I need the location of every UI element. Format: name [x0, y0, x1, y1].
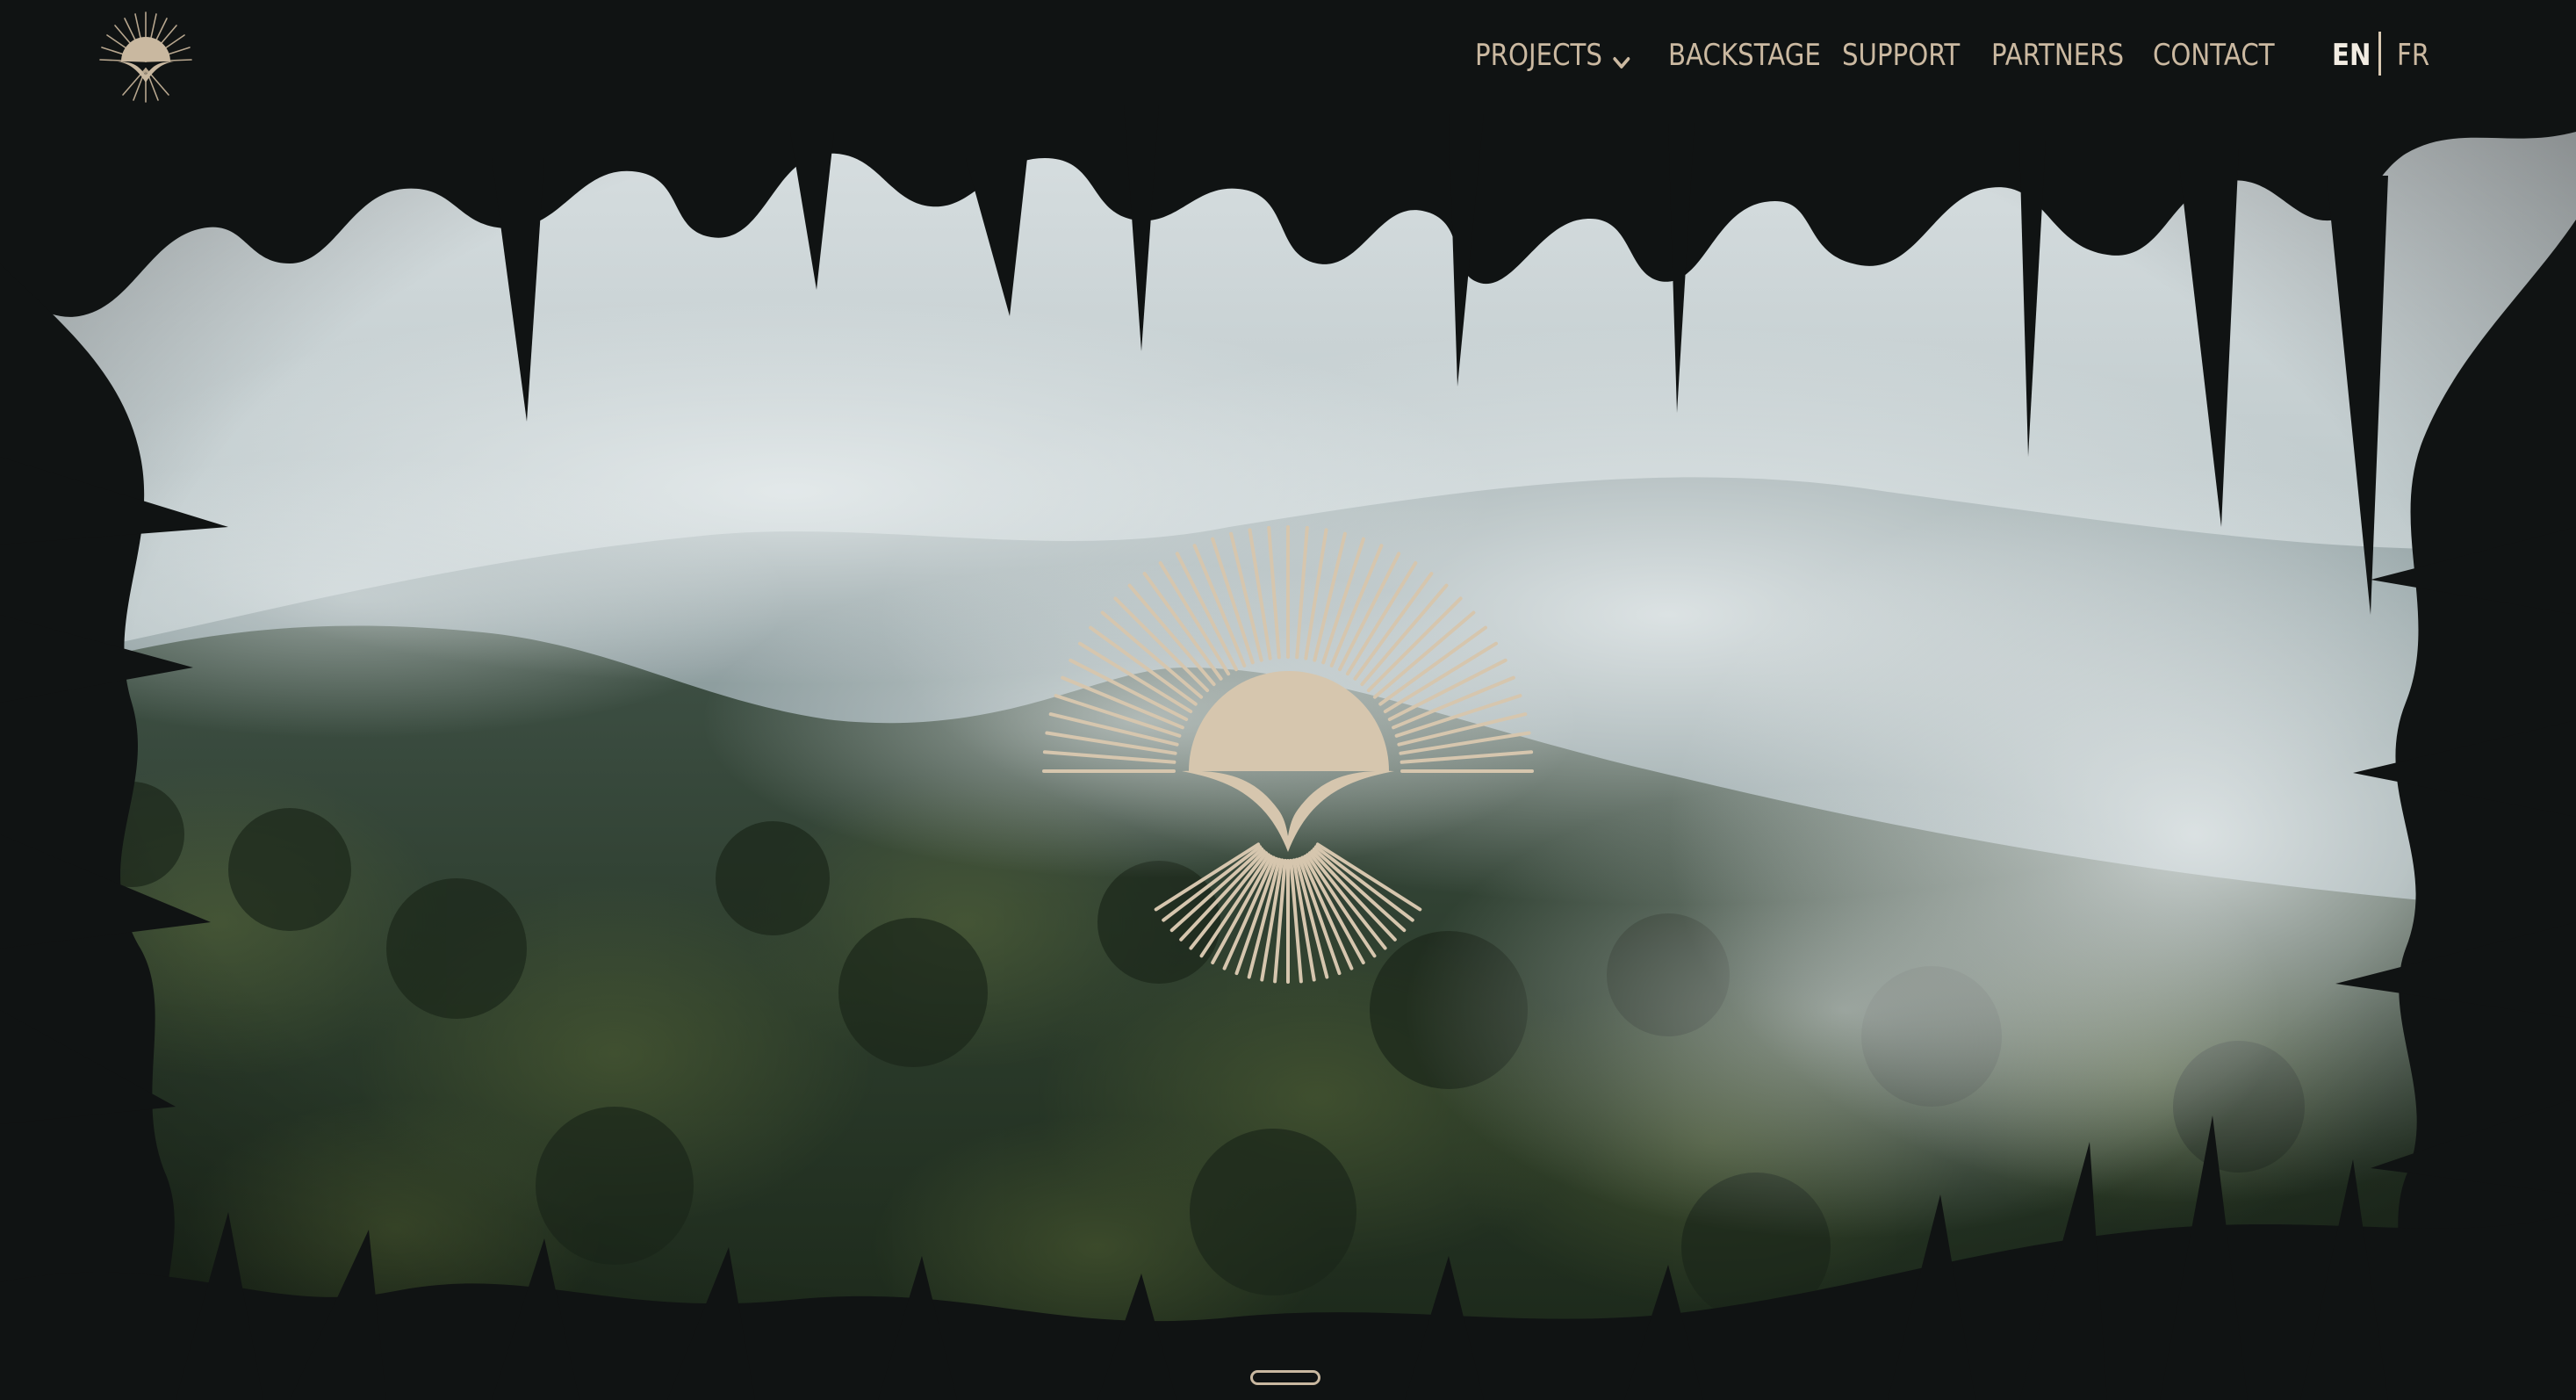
nav-projects-label: PROJECTS: [1475, 38, 1602, 73]
emblem-ray-top: [1295, 525, 1309, 660]
language-en[interactable]: EN: [2332, 33, 2371, 77]
emblem-ray-top: [1378, 625, 1487, 706]
emblem-ray-top: [1248, 528, 1272, 660]
language-fr[interactable]: FR: [2397, 33, 2429, 77]
emblem-ray-top: [1045, 731, 1177, 755]
emblem-ray-top: [1399, 731, 1531, 755]
emblem-ray-top: [1142, 572, 1223, 681]
emblem-ray-top: [1267, 525, 1281, 660]
nav-backstage[interactable]: BACKSTAGE: [1668, 33, 1821, 77]
language-divider: [2378, 32, 2381, 76]
sunburst-bird-logo-icon: [99, 11, 192, 103]
site-logo[interactable]: [97, 7, 195, 105]
emblem-ray-top: [1400, 750, 1534, 764]
nav-projects[interactable]: PROJECTS: [1475, 33, 1631, 77]
hero-emblem: [1041, 509, 1535, 1003]
emblem-ray-top: [1353, 572, 1434, 681]
emblem-ray-top: [1078, 641, 1193, 714]
nav-contact[interactable]: CONTACT: [2153, 33, 2275, 77]
emblem-ray-top: [1345, 561, 1418, 676]
nav-partners[interactable]: PARTNERS: [1991, 33, 2124, 77]
emblem-ray-top: [1304, 528, 1328, 660]
top-navigation-bar: PROJECTS BACKSTAGE SUPPORT PARTNERS CONT…: [0, 0, 2576, 111]
emblem-ray-top: [1383, 641, 1498, 714]
sunburst-bird-emblem-icon: [1042, 525, 1534, 984]
emblem-ray-top: [1042, 750, 1176, 764]
emblem-ray-top: [1366, 596, 1463, 693]
scroll-indicator-icon[interactable]: [1250, 1370, 1320, 1385]
emblem-ray-top: [1089, 625, 1198, 706]
emblem-ray-top: [1113, 596, 1210, 693]
nav-support[interactable]: SUPPORT: [1842, 33, 1960, 77]
chevron-down-icon: [1611, 43, 1630, 69]
emblem-ray-top: [1158, 561, 1231, 676]
